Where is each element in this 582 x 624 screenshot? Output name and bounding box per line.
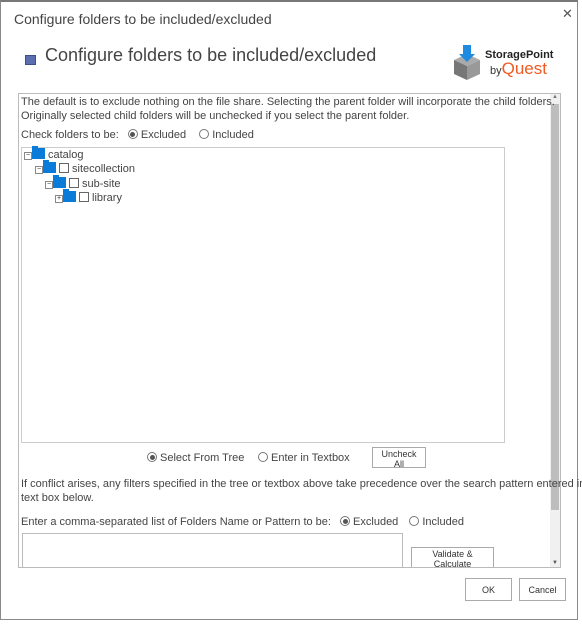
checkbox[interactable] bbox=[69, 178, 79, 188]
radio-excluded[interactable]: Excluded bbox=[127, 129, 186, 141]
folder-icon bbox=[32, 146, 45, 159]
expand-icon: + bbox=[55, 195, 63, 203]
tree-item-sitecollection[interactable]: − sitecollection bbox=[35, 160, 135, 175]
conflict-text-1: If conflict arises, any filters specifie… bbox=[21, 478, 582, 490]
cancel-button[interactable]: Cancel bbox=[519, 578, 566, 601]
scrollbar-thumb[interactable] bbox=[551, 104, 559, 510]
collapse-icon: − bbox=[45, 181, 53, 189]
checkbox[interactable] bbox=[79, 192, 89, 202]
collapse-icon: − bbox=[35, 166, 43, 174]
storagepoint-logo: StoragePoint byQuest bbox=[452, 44, 562, 80]
tree-item-library[interactable]: + library bbox=[55, 189, 122, 204]
radio-select-from-tree[interactable]: Select From Tree bbox=[147, 452, 244, 464]
list-icon bbox=[25, 55, 36, 65]
validate-calculate-button[interactable]: Validate & Calculate bbox=[411, 547, 494, 569]
tree-item-sub-site[interactable]: − sub-site bbox=[45, 175, 121, 190]
pattern-label: Enter a comma-separated list of Folders … bbox=[21, 516, 331, 528]
check-label: Check folders to be: bbox=[21, 129, 119, 141]
pattern-textarea[interactable] bbox=[22, 533, 403, 567]
scrollbar[interactable]: ▲ ▼ bbox=[550, 94, 560, 567]
window-title: Configure folders to be included/exclude… bbox=[14, 11, 272, 27]
pattern-row: Enter a comma-separated list of Folders … bbox=[21, 516, 464, 528]
check-folders-row: Check folders to be: Excluded Included bbox=[21, 129, 254, 141]
uncheck-all-button[interactable]: Uncheck All bbox=[372, 447, 426, 469]
radio-enter-in-textbox[interactable]: Enter in Textbox bbox=[258, 452, 350, 464]
collapse-icon: − bbox=[24, 152, 32, 160]
folder-icon bbox=[53, 175, 66, 188]
checkbox[interactable] bbox=[59, 163, 69, 173]
close-icon[interactable]: ✕ bbox=[562, 6, 573, 22]
folder-icon bbox=[43, 160, 56, 173]
pattern-radio-excluded[interactable]: Excluded bbox=[340, 516, 398, 528]
pattern-radio-included[interactable]: Included bbox=[409, 516, 464, 528]
conflict-text-2: text box below. bbox=[21, 492, 94, 504]
tree-item-catalog[interactable]: − catalog bbox=[24, 146, 83, 161]
page-title: Configure folders to be included/exclude… bbox=[45, 45, 377, 65]
intro-text-1: The default is to exclude nothing on the… bbox=[21, 96, 555, 108]
radio-included[interactable]: Included bbox=[199, 129, 254, 141]
folder-icon bbox=[63, 189, 76, 202]
scroll-down-icon[interactable]: ▼ bbox=[552, 560, 558, 566]
ok-button[interactable]: OK bbox=[465, 578, 512, 601]
intro-text-2: Originally selected child folders will b… bbox=[21, 110, 410, 122]
